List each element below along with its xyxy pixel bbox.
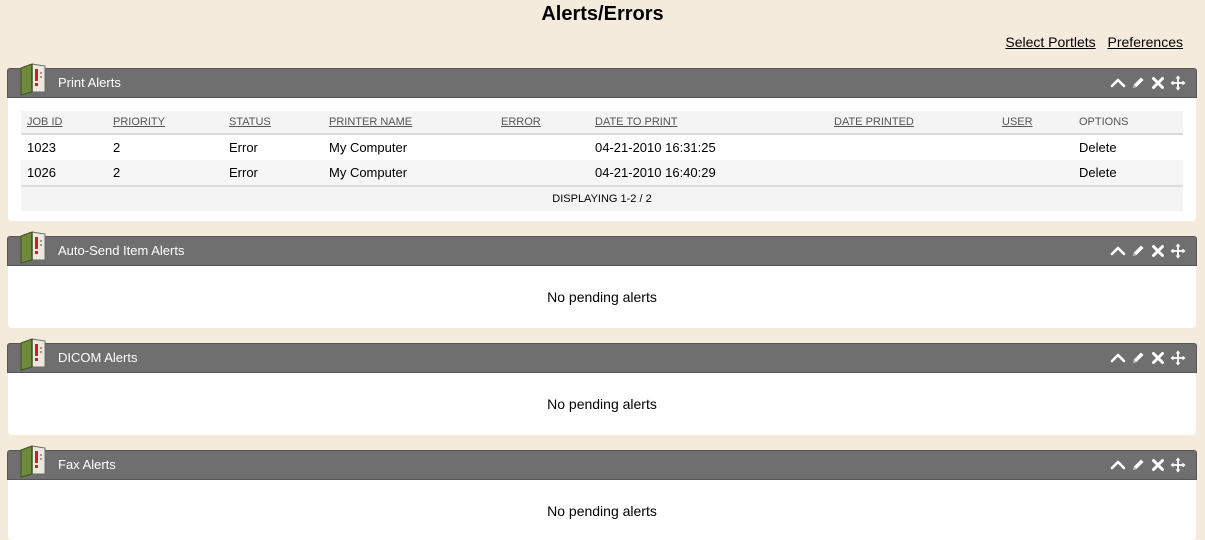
- column-header-priority[interactable]: PRIORITY: [107, 111, 223, 135]
- select-portlets-link[interactable]: Select Portlets: [1005, 34, 1095, 50]
- close-icon[interactable]: [1150, 75, 1166, 91]
- alert-book-icon: [18, 444, 48, 478]
- column-header-error[interactable]: ERROR: [495, 111, 589, 135]
- preferences-link[interactable]: Preferences: [1108, 34, 1183, 50]
- move-icon[interactable]: [1170, 75, 1186, 91]
- close-icon[interactable]: [1150, 457, 1166, 473]
- edit-icon[interactable]: [1130, 75, 1146, 91]
- portlet-controls: [1110, 243, 1186, 259]
- auto-send-alerts-portlet: Auto-Send Item Alerts No pending alerts: [7, 236, 1197, 328]
- edit-icon[interactable]: [1130, 243, 1146, 259]
- table-row: 1026 2 Error My Computer 04-21-2010 16:4…: [21, 160, 1183, 186]
- portlet-controls: [1110, 75, 1186, 91]
- alert-book-icon: [18, 62, 48, 96]
- cell-printer-name: My Computer: [329, 140, 408, 155]
- portlet-controls: [1110, 457, 1186, 473]
- portlet-title: DICOM Alerts: [58, 350, 138, 365]
- portlet-body: No pending alerts: [8, 373, 1196, 412]
- print-alerts-portlet: Print Alerts JOB ID PRIORITY STATUS PRIN…: [7, 68, 1197, 221]
- cell-job-id: 1023: [27, 140, 56, 155]
- portlet-header: Auto-Send Item Alerts: [7, 236, 1197, 266]
- column-header-date-to-print[interactable]: DATE TO PRINT: [589, 111, 828, 135]
- portlet-body: JOB ID PRIORITY STATUS PRINTER NAME ERRO…: [8, 98, 1196, 211]
- portlet-header: DICOM Alerts: [7, 343, 1197, 373]
- empty-message: No pending alerts: [547, 503, 657, 519]
- page-title: Alerts/Errors: [541, 3, 664, 25]
- table-row: 1023 2 Error My Computer 04-21-2010 16:3…: [21, 134, 1183, 160]
- close-icon[interactable]: [1150, 350, 1166, 366]
- column-header-user[interactable]: USER: [996, 111, 1073, 135]
- delete-button[interactable]: Delete: [1073, 134, 1183, 160]
- collapse-icon[interactable]: [1110, 75, 1126, 91]
- portlet-body: No pending alerts: [8, 266, 1196, 305]
- column-header-date-printed[interactable]: DATE PRINTED: [828, 111, 996, 135]
- dicom-alerts-portlet: DICOM Alerts No pending alerts: [7, 343, 1197, 435]
- collapse-icon[interactable]: [1110, 243, 1126, 259]
- cell-status: Error: [223, 160, 323, 186]
- move-icon[interactable]: [1170, 350, 1186, 366]
- collapse-icon[interactable]: [1110, 350, 1126, 366]
- delete-button[interactable]: Delete: [1073, 160, 1183, 186]
- cell-user: [996, 134, 1073, 160]
- column-header-options: OPTIONS: [1073, 111, 1183, 135]
- cell-status: Error: [229, 140, 258, 155]
- edit-icon[interactable]: [1130, 457, 1146, 473]
- cell-priority: 2: [107, 160, 223, 186]
- table-header-row: JOB ID PRIORITY STATUS PRINTER NAME ERRO…: [21, 111, 1183, 135]
- portlet-header: Fax Alerts: [7, 450, 1197, 480]
- cell-printer-name: My Computer: [323, 160, 495, 186]
- portlet-title: Auto-Send Item Alerts: [58, 243, 185, 258]
- alert-book-icon: [18, 230, 48, 264]
- cell-error: [495, 160, 589, 186]
- portlet-title: Fax Alerts: [58, 457, 116, 472]
- top-links: Select Portlets Preferences: [997, 34, 1183, 50]
- fax-alerts-portlet: Fax Alerts No pending alerts: [7, 450, 1197, 540]
- collapse-icon[interactable]: [1110, 457, 1126, 473]
- close-icon[interactable]: [1150, 243, 1166, 259]
- cell-date-printed: [828, 134, 996, 160]
- empty-message: No pending alerts: [547, 289, 657, 305]
- portlet-body: No pending alerts: [8, 480, 1196, 519]
- print-alerts-table: JOB ID PRIORITY STATUS PRINTER NAME ERRO…: [21, 111, 1183, 211]
- column-header-printer-name[interactable]: PRINTER NAME: [323, 111, 495, 135]
- cell-user: [996, 160, 1073, 186]
- alert-book-icon: [18, 337, 48, 371]
- move-icon[interactable]: [1170, 457, 1186, 473]
- cell-priority: 2: [113, 140, 121, 155]
- edit-icon[interactable]: [1130, 350, 1146, 366]
- move-icon[interactable]: [1170, 243, 1186, 259]
- pagination-status: DISPLAYING 1-2 / 2: [21, 185, 1183, 211]
- portlet-controls: [1110, 350, 1186, 366]
- cell-date-printed: [828, 160, 996, 186]
- column-header-job-id[interactable]: JOB ID: [21, 111, 107, 135]
- column-header-status[interactable]: STATUS: [223, 111, 323, 135]
- cell-job-id: 1026: [21, 160, 107, 186]
- cell-date-to-print: 04-21-2010 16:31:25: [595, 140, 716, 155]
- cell-date-to-print: 04-21-2010 16:40:29: [589, 160, 828, 186]
- cell-error: [495, 134, 589, 160]
- portlet-header: Print Alerts: [7, 68, 1197, 98]
- empty-message: No pending alerts: [547, 396, 657, 412]
- portlet-title: Print Alerts: [58, 75, 121, 90]
- table-footer-row: DISPLAYING 1-2 / 2: [21, 185, 1183, 211]
